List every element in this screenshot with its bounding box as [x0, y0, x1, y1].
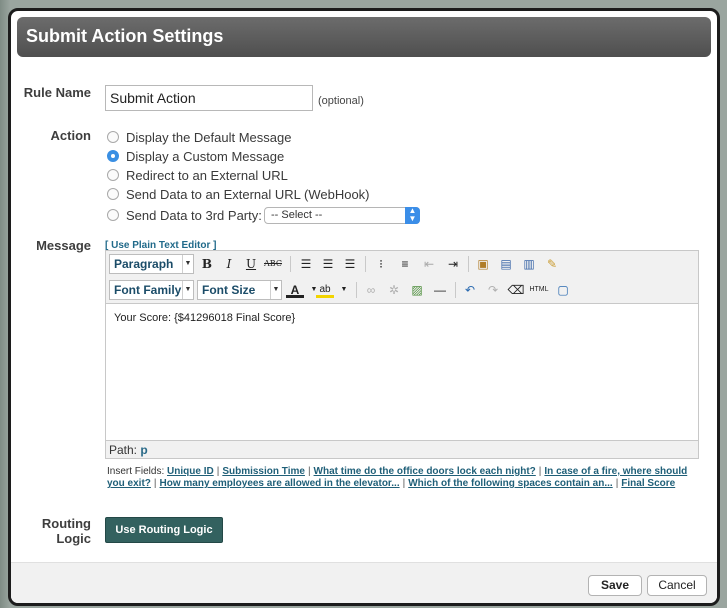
strikethrough-button[interactable]: ABC — [264, 255, 282, 273]
insert-field-submission-time[interactable]: Submission Time — [222, 466, 305, 477]
insert-field-elevator[interactable]: How many employees are allowed in the el… — [160, 478, 400, 489]
font-size-dropdown[interactable]: Font Size ▼ — [197, 280, 282, 300]
dialog-titlebar: Submit Action Settings — [17, 17, 711, 57]
action-option-label: Display a Custom Message — [126, 148, 285, 164]
highlight-color-icon[interactable]: ab — [316, 281, 334, 298]
editor-path-bar: Path: p — [106, 440, 698, 458]
unlink-icon[interactable]: ✲ — [385, 281, 403, 299]
radio-third-party[interactable] — [107, 209, 119, 221]
html-source-button[interactable]: HTML — [526, 281, 552, 299]
paste-text-icon[interactable]: ▥ — [520, 255, 538, 273]
action-option-label: Redirect to an External URL — [126, 167, 288, 183]
action-option-redirect-url[interactable]: Redirect to an External URL — [107, 166, 288, 184]
text-color-icon[interactable]: A — [286, 281, 304, 298]
italic-button[interactable]: I — [220, 255, 238, 273]
chevron-down-icon: ▼ — [270, 281, 281, 299]
horizontal-rule-icon[interactable]: — — [431, 281, 449, 299]
action-option-label: Display the Default Message — [126, 129, 292, 145]
chevron-down-icon: ▼ — [182, 255, 193, 273]
action-option-third-party[interactable]: Send Data to 3rd Party: — [107, 206, 262, 224]
path-label: Path: — [109, 443, 138, 457]
editor-content[interactable]: Your Score: {$41296018 Final Score} — [114, 312, 295, 324]
fullscreen-icon[interactable]: ▢ — [554, 281, 572, 299]
editor-toolbar-row-2: Font Family ▼ Font Size ▼ A ▼ ab ▼ ∞ ✲ ▨… — [106, 277, 698, 304]
undo-icon[interactable]: ↶ — [461, 281, 479, 299]
submit-action-dialog: Submit Action Settings Rule Name (option… — [8, 8, 720, 606]
action-option-label: Send Data to 3rd Party: — [126, 207, 262, 223]
dialog-footer: Save Cancel — [11, 562, 717, 603]
insert-field-final-score[interactable]: Final Score — [621, 478, 675, 489]
action-option-custom-message[interactable]: Display a Custom Message — [107, 147, 284, 165]
action-option-default-message[interactable]: Display the Default Message — [107, 128, 291, 146]
chevron-down-icon: ▼ — [182, 281, 193, 299]
font-family-dropdown[interactable]: Font Family ▼ — [109, 280, 194, 300]
radio-redirect-url[interactable] — [107, 169, 119, 181]
toolbar-separator — [356, 282, 357, 298]
save-button[interactable]: Save — [588, 575, 642, 596]
toolbar-separator — [468, 256, 469, 272]
paragraph-format-dropdown[interactable]: Paragraph ▼ — [109, 254, 194, 274]
align-center-icon[interactable]: ☰ — [319, 255, 337, 273]
redo-icon[interactable]: ↷ — [484, 281, 502, 299]
message-label: Message — [36, 238, 91, 253]
align-left-icon[interactable]: ☰ — [297, 255, 315, 273]
radio-default-message[interactable] — [107, 131, 119, 143]
insert-fields: Insert Fields: Unique ID | Submission Time… — [107, 466, 688, 489]
routing-logic-label: Routing Logic — [41, 516, 91, 546]
link-icon[interactable]: ∞ — [362, 281, 380, 299]
action-label: Action — [50, 128, 91, 143]
radio-webhook[interactable] — [107, 188, 119, 200]
dialog-title: Submit Action Settings — [26, 26, 224, 46]
action-option-webhook[interactable]: Send Data to an External URL (WebHook) — [107, 185, 370, 203]
toolbar-separator — [290, 256, 291, 272]
insert-fields-label: Insert Fields: — [107, 466, 165, 477]
indent-icon[interactable]: ⇥ — [444, 255, 462, 273]
rule-name-optional-hint: (optional) — [318, 95, 364, 107]
radio-custom-message[interactable] — [107, 150, 119, 162]
insert-field-office-doors[interactable]: What time do the office doors lock each … — [314, 466, 536, 477]
numbered-list-icon[interactable]: ≡ — [396, 255, 414, 273]
rich-text-editor: Paragraph ▼ B I U ABC ☰ ☰ ☰ ⁝ ≡ ⇤ ⇥ ▣ ▤ … — [105, 250, 699, 459]
underline-button[interactable]: U — [242, 255, 260, 273]
third-party-select[interactable]: -- Select -- ▲ ▼ — [264, 207, 420, 224]
chevron-down-icon[interactable]: ▼ — [335, 281, 353, 299]
editor-toolbar-row-1: Paragraph ▼ B I U ABC ☰ ☰ ☰ ⁝ ≡ ⇤ ⇥ ▣ ▤ … — [106, 251, 698, 278]
insert-field-unique-id[interactable]: Unique ID — [167, 466, 214, 477]
rule-name-input[interactable] — [105, 85, 313, 111]
paragraph-format-label: Paragraph — [114, 257, 174, 271]
eraser-icon[interactable]: ⌫ — [507, 281, 525, 299]
paste-icon[interactable]: ▣ — [474, 255, 492, 273]
cleanup-brush-icon[interactable]: ✎ — [543, 255, 561, 273]
bullet-list-icon[interactable]: ⁝ — [372, 255, 390, 273]
font-family-label: Font Family — [114, 283, 182, 297]
font-size-label: Font Size — [202, 283, 256, 297]
use-routing-logic-button[interactable]: Use Routing Logic — [105, 517, 223, 543]
action-option-label: Send Data to an External URL (WebHook) — [126, 186, 370, 202]
path-value[interactable]: p — [140, 443, 147, 457]
align-right-icon[interactable]: ☰ — [341, 255, 359, 273]
bold-button[interactable]: B — [198, 255, 216, 273]
paste-word-icon[interactable]: ▤ — [497, 255, 515, 273]
rule-name-label: Rule Name — [23, 85, 91, 100]
third-party-select-value: -- Select -- — [271, 209, 323, 221]
toolbar-separator — [455, 282, 456, 298]
outdent-icon[interactable]: ⇤ — [420, 255, 438, 273]
toolbar-separator — [365, 256, 366, 272]
select-arrows-icon: ▲ ▼ — [405, 207, 420, 224]
insert-field-spaces[interactable]: Which of the following spaces contain an… — [408, 478, 612, 489]
cancel-button[interactable]: Cancel — [647, 575, 707, 596]
image-icon[interactable]: ▨ — [408, 281, 426, 299]
